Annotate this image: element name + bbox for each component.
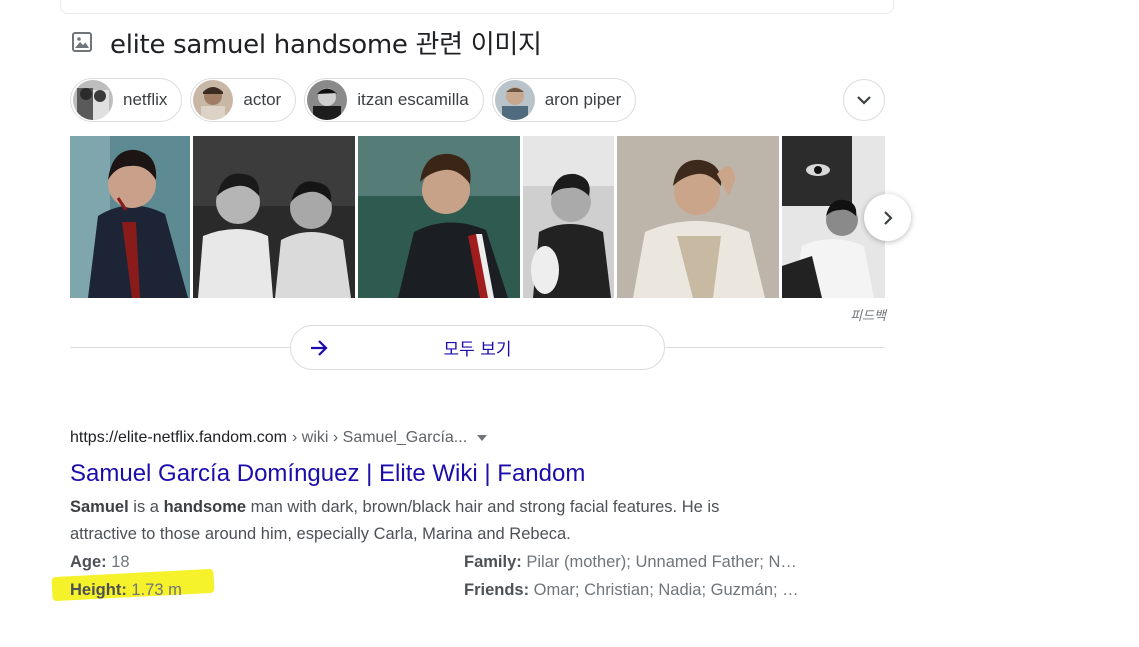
- result-url: https://elite-netflix.fandom.com: [70, 429, 287, 446]
- see-all-label: 모두 보기: [443, 340, 512, 360]
- chevron-right-icon: [883, 210, 893, 225]
- image-icon: [72, 32, 92, 52]
- fact-label: Family:: [464, 553, 522, 571]
- result-cite: https://elite-netflix.fandom.com › wiki …: [70, 426, 830, 450]
- feedback-link[interactable]: 피드백: [850, 305, 886, 324]
- chip-thumbnail: [494, 80, 535, 120]
- images-heading-title: elite samuel handsome 관련 이미지: [110, 29, 542, 60]
- images-heading: elite samuel handsome 관련 이미지: [70, 22, 542, 62]
- divider-left: [70, 347, 290, 348]
- chip-thumbnail: [73, 80, 113, 120]
- chevron-down-icon: [857, 96, 871, 105]
- image-thumb[interactable]: [193, 136, 355, 298]
- image-thumb[interactable]: [358, 136, 520, 298]
- chip-thumbnail: [193, 80, 234, 120]
- snippet-bold: handsome: [163, 498, 247, 516]
- fact-label: Friends:: [464, 581, 530, 599]
- search-result: https://elite-netflix.fandom.com › wiki …: [55, 426, 830, 548]
- result-snippet: Samuel is a handsome man with dark, brow…: [70, 494, 790, 548]
- image-thumb[interactable]: [523, 136, 614, 298]
- fact-label: Age:: [70, 553, 107, 571]
- fact-label: Height:: [70, 581, 127, 599]
- fact-value: Pilar (mother); Unnamed Father; N…: [521, 553, 797, 571]
- chip-itzan-escamilla[interactable]: itzan escamilla: [304, 78, 484, 122]
- image-strip: [70, 136, 885, 298]
- expand-chips-button[interactable]: [843, 79, 885, 121]
- result-title-link[interactable]: Samuel García Domínguez | Elite Wiki | F…: [70, 459, 830, 489]
- snippet-text: is a: [128, 498, 164, 516]
- see-all-button[interactable]: 모두 보기: [290, 325, 665, 370]
- related-chips: netflix actor itzan escamilla aron piper: [70, 78, 637, 124]
- fact-age: Age: 18: [70, 553, 130, 572]
- fact-value: Omar; Christian; Nadia; Guzmán; …: [529, 581, 799, 599]
- next-images-button[interactable]: [864, 194, 911, 241]
- image-thumb[interactable]: [617, 136, 779, 298]
- fact-family: Family: Pilar (mother); Unnamed Father; …: [464, 553, 797, 572]
- chip-actor[interactable]: actor: [190, 78, 297, 122]
- result-breadcrumbs: › wiki › Samuel_García...: [291, 429, 468, 446]
- image-thumb[interactable]: [70, 136, 190, 298]
- chip-label: aron piper: [544, 90, 622, 109]
- fact-value: 18: [106, 553, 130, 571]
- divider-right: [665, 347, 885, 348]
- fact-friends: Friends: Omar; Christian; Nadia; Guzmán;…: [464, 581, 799, 600]
- arrow-right-icon: [311, 340, 328, 356]
- fact-value: 1.73 m: [126, 581, 182, 599]
- caret-down-icon[interactable]: [477, 435, 488, 441]
- fact-height: Height: 1.73 m: [70, 581, 182, 600]
- snippet-bold: Samuel: [70, 498, 129, 516]
- chip-label: actor: [243, 90, 282, 109]
- chip-label: itzan escamilla: [357, 90, 469, 109]
- chip-aron-piper[interactable]: aron piper: [491, 78, 637, 122]
- chip-thumbnail: [307, 80, 348, 120]
- previous-card-edge: [60, 0, 894, 14]
- chip-label: netflix: [123, 90, 168, 109]
- chip-netflix[interactable]: netflix: [70, 78, 183, 122]
